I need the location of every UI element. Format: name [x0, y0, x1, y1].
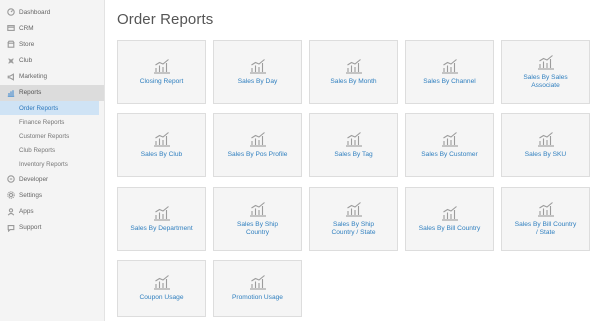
support-icon	[7, 224, 15, 232]
sidebar-item-developer[interactable]: Developer	[0, 171, 104, 187]
sidebar-item-label: Dashboard	[19, 8, 51, 16]
bar-chart-icon	[249, 201, 267, 217]
report-card-sales-by-customer[interactable]: Sales By Customer	[405, 113, 494, 177]
report-card-promotion-usage[interactable]: Promotion Usage	[213, 260, 302, 317]
report-card-sales-by-pos-profile[interactable]: Sales By Pos Profile	[213, 113, 302, 177]
sidebar-item-reports[interactable]: Reports	[0, 84, 104, 101]
page-title: Order Reports	[117, 11, 214, 28]
sidebar: Dashboard CRM Store Club Marketing Repor…	[0, 0, 105, 321]
report-card-label: Sales By Channel	[423, 77, 476, 85]
developer-icon	[7, 175, 15, 183]
report-card-label: Sales By Pos Profile	[227, 150, 288, 158]
sidebar-item-settings[interactable]: Settings	[0, 187, 104, 203]
sidebar-item-label: Apps	[19, 208, 34, 215]
report-card-label: Sales By Tag	[334, 150, 373, 158]
sidebar-subitem-label: Club Reports	[19, 146, 56, 154]
report-card-sales-by-ship-country-state[interactable]: Sales By Ship Country / State	[309, 187, 398, 251]
report-card-sales-by-tag[interactable]: Sales By Tag	[309, 113, 398, 177]
apps-icon	[7, 207, 15, 216]
bar-chart-icon	[537, 54, 555, 70]
sidebar-item-crm[interactable]: CRM	[0, 20, 104, 36]
sidebar-subitem-label: Inventory Reports	[19, 160, 68, 168]
sidebar-item-label: Marketing	[19, 73, 48, 81]
sidebar-item-dashboard[interactable]: Dashboard	[0, 4, 104, 20]
sidebar-item-label: Support	[19, 224, 42, 232]
report-card-label: Sales By Bill Country / State	[514, 220, 577, 236]
bar-chart-icon	[7, 89, 15, 97]
sidebar-subitem-label: Customer Reports	[19, 132, 70, 140]
sidebar-subitem-label: Order Reports	[19, 104, 59, 112]
sidebar-item-label: Club	[19, 57, 33, 65]
sidebar-item-store[interactable]: Store	[0, 36, 104, 52]
bar-chart-icon	[537, 201, 555, 217]
report-card-sales-by-department[interactable]: Sales By Department	[117, 187, 206, 251]
sidebar-item-label: Developer	[19, 175, 49, 183]
report-card-label: Coupon Usage	[139, 294, 184, 302]
report-card-sales-by-club[interactable]: Sales By Club	[117, 113, 206, 177]
report-card-sales-by-ship-country[interactable]: Sales By Ship Country	[213, 187, 302, 251]
report-card-label: Sales By Department	[130, 224, 193, 232]
report-card-closing-report[interactable]: Closing Report	[117, 40, 206, 104]
report-card-label: Sales By Ship Country	[236, 220, 279, 236]
sidebar-item-support[interactable]: Support	[0, 220, 104, 236]
bar-chart-icon	[249, 274, 267, 290]
report-card-label: Sales By Month	[330, 77, 377, 85]
bar-chart-icon	[249, 131, 267, 147]
report-card-label: Sales By SKU	[524, 150, 567, 158]
report-card-label: Promotion Usage	[232, 294, 283, 302]
dashboard-icon	[7, 8, 15, 16]
crm-icon	[7, 24, 15, 32]
bar-chart-icon	[441, 131, 459, 147]
sidebar-item-apps[interactable]: Apps	[0, 204, 104, 220]
bar-chart-icon	[249, 58, 267, 74]
report-card-label: Closing Report	[139, 77, 184, 85]
main-content: Order Reports Closing Report Sales By Da…	[105, 0, 600, 321]
sidebar-subitem-order-reports[interactable]: Order Reports	[0, 101, 99, 116]
bar-chart-icon	[153, 131, 171, 147]
megaphone-icon	[7, 72, 15, 81]
bar-chart-icon	[537, 131, 555, 147]
gear-icon	[7, 191, 15, 200]
club-icon	[7, 57, 15, 65]
sidebar-subitem-inventory-reports[interactable]: Inventory Reports	[0, 157, 104, 171]
report-card-coupon-usage[interactable]: Coupon Usage	[117, 260, 206, 317]
report-card-label: Sales By Bill Country	[418, 224, 481, 232]
sidebar-item-label: Store	[19, 40, 35, 48]
bar-chart-icon	[345, 131, 363, 147]
report-card-sales-by-day[interactable]: Sales By Day	[213, 40, 302, 104]
sidebar-item-label: Reports	[19, 89, 42, 97]
report-card-sales-by-channel[interactable]: Sales By Channel	[405, 40, 494, 104]
report-card-sales-by-month[interactable]: Sales By Month	[309, 40, 398, 104]
report-card-sales-by-sales-associate[interactable]: Sales By Sales Associate	[501, 40, 590, 104]
bar-chart-icon	[345, 58, 363, 74]
store-icon	[7, 40, 15, 49]
sidebar-item-club[interactable]: Club	[0, 53, 104, 69]
report-card-label: Sales By Customer	[421, 150, 478, 158]
bar-chart-icon	[441, 58, 459, 74]
report-card-label: Sales By Day	[237, 77, 278, 85]
sidebar-item-marketing[interactable]: Marketing	[0, 69, 104, 85]
bar-chart-icon	[153, 205, 171, 221]
sidebar-item-label: Settings	[19, 191, 43, 199]
report-card-label: Sales By Ship Country / State	[331, 220, 376, 236]
sidebar-subitem-customer-reports[interactable]: Customer Reports	[0, 129, 104, 143]
sidebar-subitem-club-reports[interactable]: Club Reports	[0, 143, 104, 157]
bar-chart-icon	[153, 274, 171, 290]
report-card-sales-by-sku[interactable]: Sales By SKU	[501, 113, 590, 177]
report-card-sales-by-bill-country-state[interactable]: Sales By Bill Country / State	[501, 187, 590, 251]
bar-chart-icon	[153, 58, 171, 74]
sidebar-subitem-label: Finance Reports	[19, 118, 65, 126]
bar-chart-icon	[441, 205, 459, 221]
sidebar-item-label: CRM	[19, 24, 34, 32]
report-card-label: Sales By Club	[140, 150, 183, 158]
report-card-label: Sales By Sales Associate	[523, 73, 568, 89]
bar-chart-icon	[345, 201, 363, 217]
sidebar-subitem-finance-reports[interactable]: Finance Reports	[0, 115, 104, 129]
report-card-sales-by-bill-country[interactable]: Sales By Bill Country	[405, 187, 494, 251]
